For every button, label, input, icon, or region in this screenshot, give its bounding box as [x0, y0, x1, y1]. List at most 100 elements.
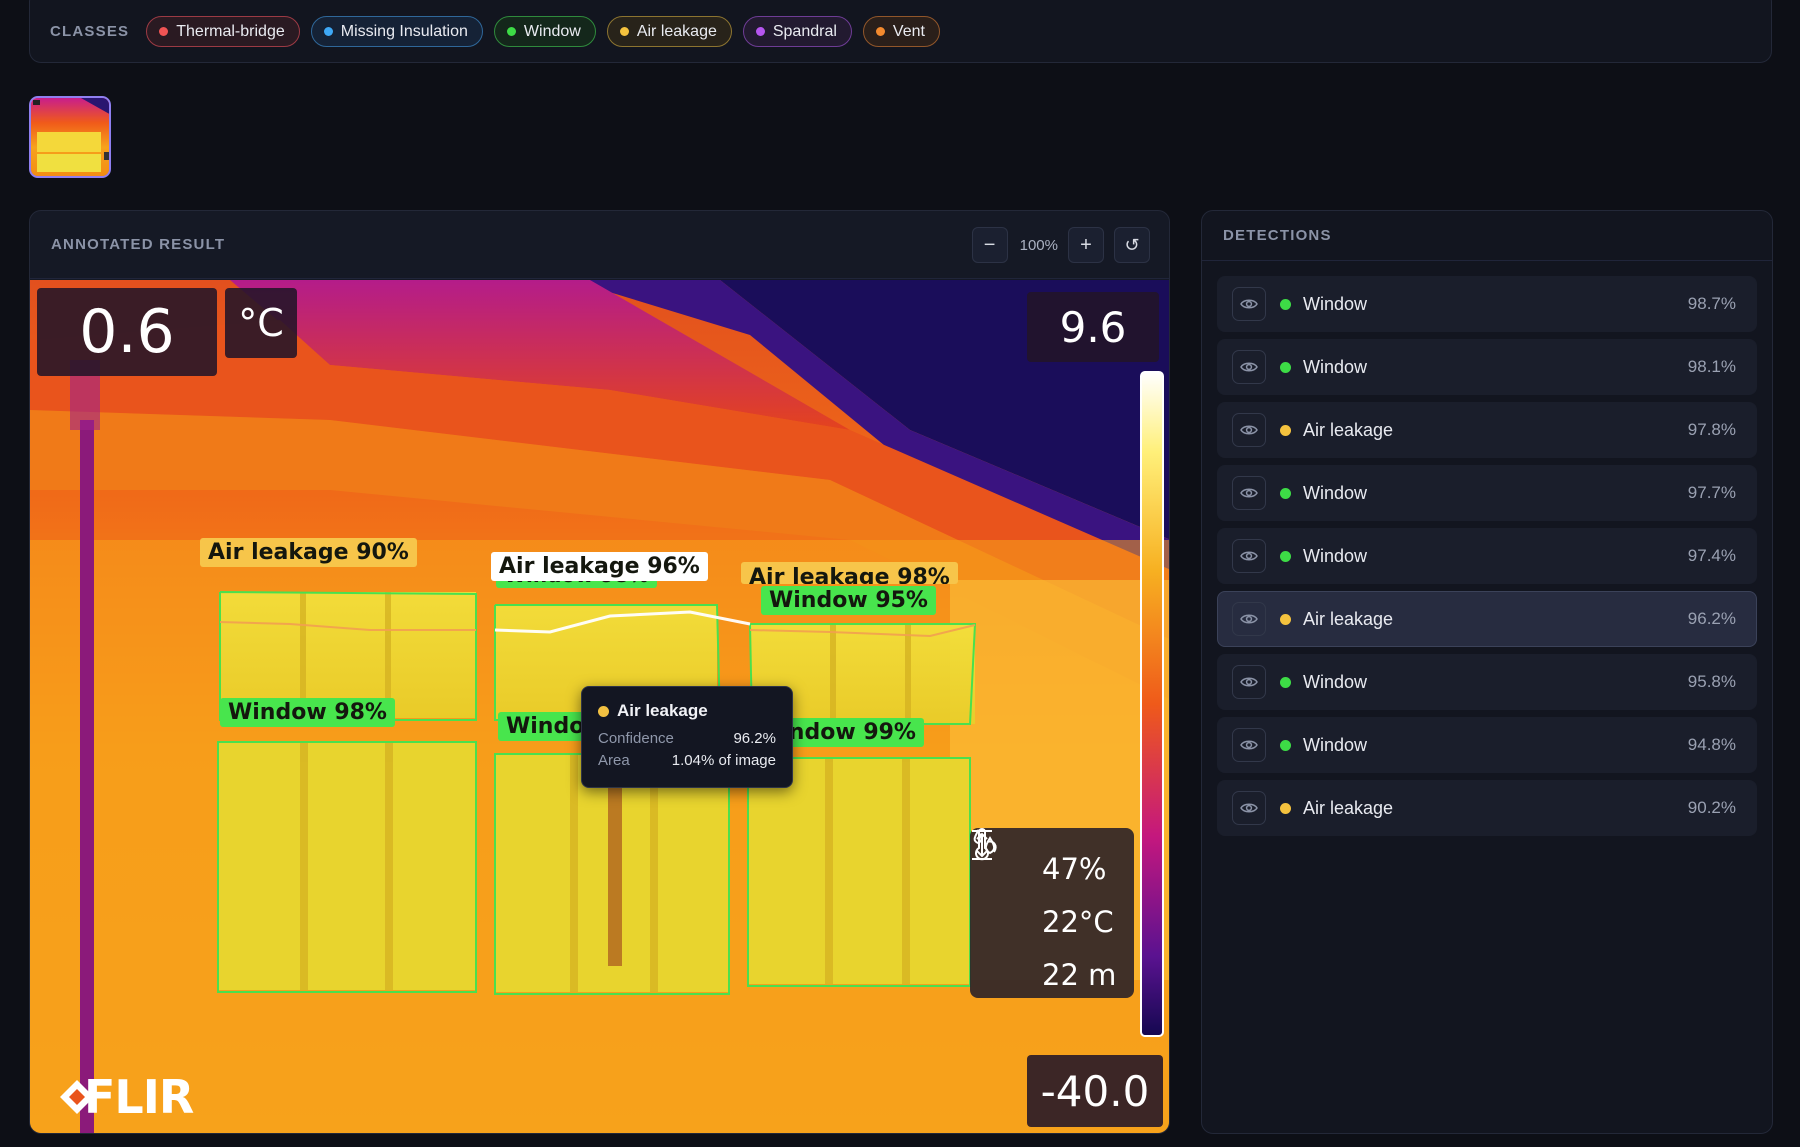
- detection-row[interactable]: Window 98.1%: [1217, 339, 1757, 395]
- class-color-dot: [755, 27, 765, 36]
- class-chip-list: Thermal-bridge Missing Insulation Window Ai…: [146, 16, 951, 47]
- label-window-95[interactable]: Window 95%: [761, 586, 936, 615]
- detection-name: Window: [1303, 356, 1368, 377]
- detection-tooltip: Air leakage Confidence 96.2% Area 1.04% of…: [581, 686, 793, 788]
- thermal-image-canvas[interactable]: 0.6 °C 9.6 -40.0 Air leakage 90% Window …: [30, 280, 1169, 1133]
- tooltip-confidence-value: 96.2%: [733, 730, 776, 747]
- detection-name: Window: [1303, 545, 1368, 566]
- flir-logo: FLIR: [40, 1070, 194, 1124]
- eye-icon: [1240, 803, 1258, 813]
- detection-confidence: 97.7%: [1687, 483, 1736, 502]
- detection-class-dot: [1280, 676, 1291, 688]
- detection-confidence: 97.8%: [1687, 420, 1736, 439]
- detection-row[interactable]: Window 97.7%: [1217, 465, 1757, 521]
- detection-row[interactable]: Air leakage 96.2%: [1217, 591, 1757, 647]
- class-chip-spandral[interactable]: Spandral: [742, 16, 852, 47]
- detections-list: Window 98.7% Window 98.1% Air leakage 97.8% Wi…: [1202, 261, 1772, 836]
- detection-class-dot: [1280, 802, 1291, 814]
- label-air-leakage-98[interactable]: Air leakage 98%: [741, 562, 958, 584]
- class-chip-label: Spandral: [772, 22, 837, 40]
- visibility-toggle-button[interactable]: [1232, 476, 1266, 510]
- visibility-toggle-button[interactable]: [1232, 665, 1266, 699]
- detection-name: Air leakage: [1303, 419, 1394, 440]
- detection-confidence: 95.8%: [1687, 672, 1736, 691]
- class-chip-label: Vent: [892, 22, 925, 40]
- annotated-result-panel: ANNOTATED RESULT − 100% + ↺ 0.6 °C 9.6 -…: [29, 210, 1170, 1134]
- flir-logo-text: FLIR: [84, 1070, 194, 1124]
- eye-icon: [1240, 362, 1258, 372]
- class-color-dot: [619, 27, 629, 36]
- detection-confidence: 90.2%: [1687, 798, 1736, 817]
- spot-temperature: 0.6: [37, 288, 217, 376]
- detection-class-dot: [1280, 613, 1291, 625]
- label-air-leakage-96[interactable]: Air leakage 96%: [491, 552, 708, 581]
- visibility-toggle-button[interactable]: [1232, 287, 1266, 321]
- eye-icon: [1240, 677, 1258, 687]
- visibility-toggle-button[interactable]: [1232, 791, 1266, 825]
- detection-class-dot: [1280, 739, 1291, 751]
- detection-name: Window: [1303, 293, 1368, 314]
- classes-title: CLASSES: [50, 23, 130, 40]
- eye-icon: [1240, 740, 1258, 750]
- detection-confidence: 94.8%: [1687, 735, 1736, 754]
- reset-zoom-button[interactable]: ↺: [1114, 227, 1150, 263]
- humidity-value: 47%: [1042, 851, 1107, 886]
- label-window-98[interactable]: Window 98%: [220, 698, 395, 727]
- eye-icon: [1240, 551, 1258, 561]
- visibility-toggle-button[interactable]: [1232, 602, 1266, 636]
- detection-class-dot: [1280, 424, 1291, 436]
- visibility-toggle-button[interactable]: [1232, 728, 1266, 762]
- scale-max-temperature: 9.6: [1027, 292, 1159, 362]
- detection-row[interactable]: Window 97.4%: [1217, 528, 1757, 584]
- tooltip-class-dot: [598, 705, 609, 717]
- detection-name: Air leakage: [1303, 608, 1394, 629]
- class-chip-label: Thermal-bridge: [176, 22, 285, 40]
- zoom-level: 100%: [1019, 236, 1058, 254]
- eye-icon: [1240, 614, 1258, 624]
- zoom-out-button[interactable]: −: [971, 227, 1008, 263]
- detection-confidence: 98.7%: [1687, 294, 1736, 313]
- zoom-in-button[interactable]: +: [1068, 227, 1104, 263]
- tooltip-class-name: Air leakage: [617, 701, 708, 720]
- environment-readout: 47% 22°C 22 m: [970, 828, 1134, 998]
- eye-icon: [1240, 299, 1258, 309]
- class-chip-vent[interactable]: Vent: [862, 16, 940, 47]
- class-chip-window[interactable]: Window: [493, 16, 596, 47]
- class-chip-thermal-bridge[interactable]: Thermal-bridge: [146, 16, 300, 47]
- zoom-controls: − 100% + ↺: [971, 227, 1150, 263]
- temperature-unit: °C: [225, 288, 297, 358]
- detection-row[interactable]: Window 94.8%: [1217, 717, 1757, 773]
- visibility-toggle-button[interactable]: [1232, 539, 1266, 573]
- reset-icon: ↺: [1124, 234, 1140, 255]
- class-color-dot: [159, 27, 169, 36]
- detection-class-dot: [1280, 298, 1291, 310]
- tooltip-area-label: Area: [598, 752, 630, 769]
- eye-icon: [1240, 488, 1258, 498]
- class-color-dot: [506, 27, 516, 36]
- thumbnail-thermal-preview: [31, 98, 109, 176]
- image-thumbnail[interactable]: [29, 96, 111, 178]
- class-chip-air-leakage[interactable]: Air leakage: [606, 16, 732, 47]
- tooltip-confidence-label: Confidence: [598, 730, 674, 747]
- detection-class-dot: [1280, 487, 1291, 499]
- classes-bar: CLASSES Thermal-bridge Missing Insulation…: [29, 0, 1772, 63]
- ambient-temperature-value: 22°C: [1042, 904, 1114, 939]
- detections-panel: DETECTIONS Window 98.7% Window 98.1% Air lea…: [1201, 210, 1773, 1134]
- visibility-toggle-button[interactable]: [1232, 350, 1266, 384]
- minus-icon: −: [983, 233, 996, 256]
- detection-row[interactable]: Window 95.8%: [1217, 654, 1757, 710]
- detection-row[interactable]: Window 98.7%: [1217, 276, 1757, 332]
- class-color-dot: [323, 27, 333, 36]
- detection-class-dot: [1280, 550, 1291, 562]
- detection-name: Window: [1303, 671, 1368, 692]
- detection-confidence: 98.1%: [1687, 357, 1736, 376]
- detections-title: DETECTIONS: [1223, 227, 1332, 244]
- class-chip-missing-insulation[interactable]: Missing Insulation: [310, 16, 483, 47]
- detections-header: DETECTIONS: [1202, 211, 1772, 261]
- class-chip-label: Window: [523, 22, 581, 40]
- label-air-leakage-90[interactable]: Air leakage 90%: [200, 538, 417, 567]
- detection-row[interactable]: Air leakage 90.2%: [1217, 780, 1757, 836]
- detection-row[interactable]: Air leakage 97.8%: [1217, 402, 1757, 458]
- tooltip-area-value: 1.04% of image: [671, 752, 776, 769]
- visibility-toggle-button[interactable]: [1232, 413, 1266, 447]
